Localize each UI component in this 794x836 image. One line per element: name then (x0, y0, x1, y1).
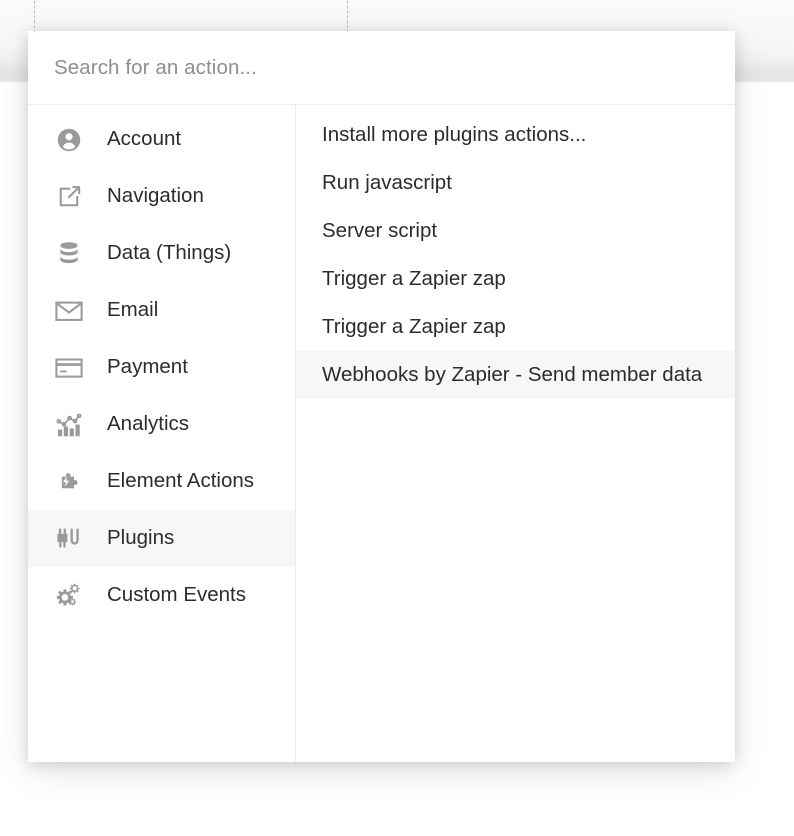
category-item-payment[interactable]: Payment (28, 339, 295, 396)
search-row (28, 31, 735, 105)
plug-icon (54, 525, 84, 553)
category-label: Navigation (107, 184, 204, 208)
category-item-data-things[interactable]: Data (Things) (28, 225, 295, 282)
category-item-account[interactable]: Account (28, 111, 295, 168)
action-item-run-javascript[interactable]: Run javascript (296, 159, 735, 207)
category-item-email[interactable]: Email (28, 282, 295, 339)
database-icon (54, 240, 84, 268)
action-list: Install more plugins actions... Run java… (296, 105, 735, 762)
picker-body: Account Navigation Data (Things) Email P… (28, 105, 735, 762)
gears-icon (54, 582, 84, 610)
category-item-custom-events[interactable]: Custom Events (28, 567, 295, 624)
category-item-plugins[interactable]: Plugins (28, 510, 295, 567)
action-picker-popup: Account Navigation (28, 31, 735, 762)
external-link-icon (54, 183, 84, 211)
bar-chart-icon (54, 411, 84, 439)
puzzle-bolt-icon (54, 468, 84, 496)
category-item-navigation[interactable]: Navigation (28, 168, 295, 225)
category-label: Analytics (107, 412, 190, 436)
action-item-server-script[interactable]: Server script (296, 207, 735, 255)
category-item-element-actions[interactable]: Element Actions (28, 453, 295, 510)
category-label: Account (107, 127, 182, 151)
category-label: Data (Things) (107, 241, 232, 265)
user-circle-icon (54, 126, 84, 154)
category-label: Element Actions (107, 469, 254, 493)
category-label: Plugins (107, 526, 175, 550)
category-item-analytics[interactable]: Analytics (28, 396, 295, 453)
credit-card-icon (54, 354, 84, 382)
category-label: Custom Events (107, 583, 246, 607)
action-item-trigger-zapier-zap-2[interactable]: Trigger a Zapier zap (296, 303, 735, 351)
search-input[interactable] (54, 55, 709, 80)
category-label: Email (107, 298, 159, 322)
category-label: Payment (107, 355, 188, 379)
action-item-webhooks-by-zapier[interactable]: Webhooks by Zapier - Send member data (296, 351, 735, 399)
category-list: Account Navigation Data (Things) Email P… (28, 105, 296, 762)
action-item-trigger-zapier-zap[interactable]: Trigger a Zapier zap (296, 255, 735, 303)
envelope-icon (54, 297, 84, 325)
action-item-install-more-plugins[interactable]: Install more plugins actions... (296, 111, 735, 159)
